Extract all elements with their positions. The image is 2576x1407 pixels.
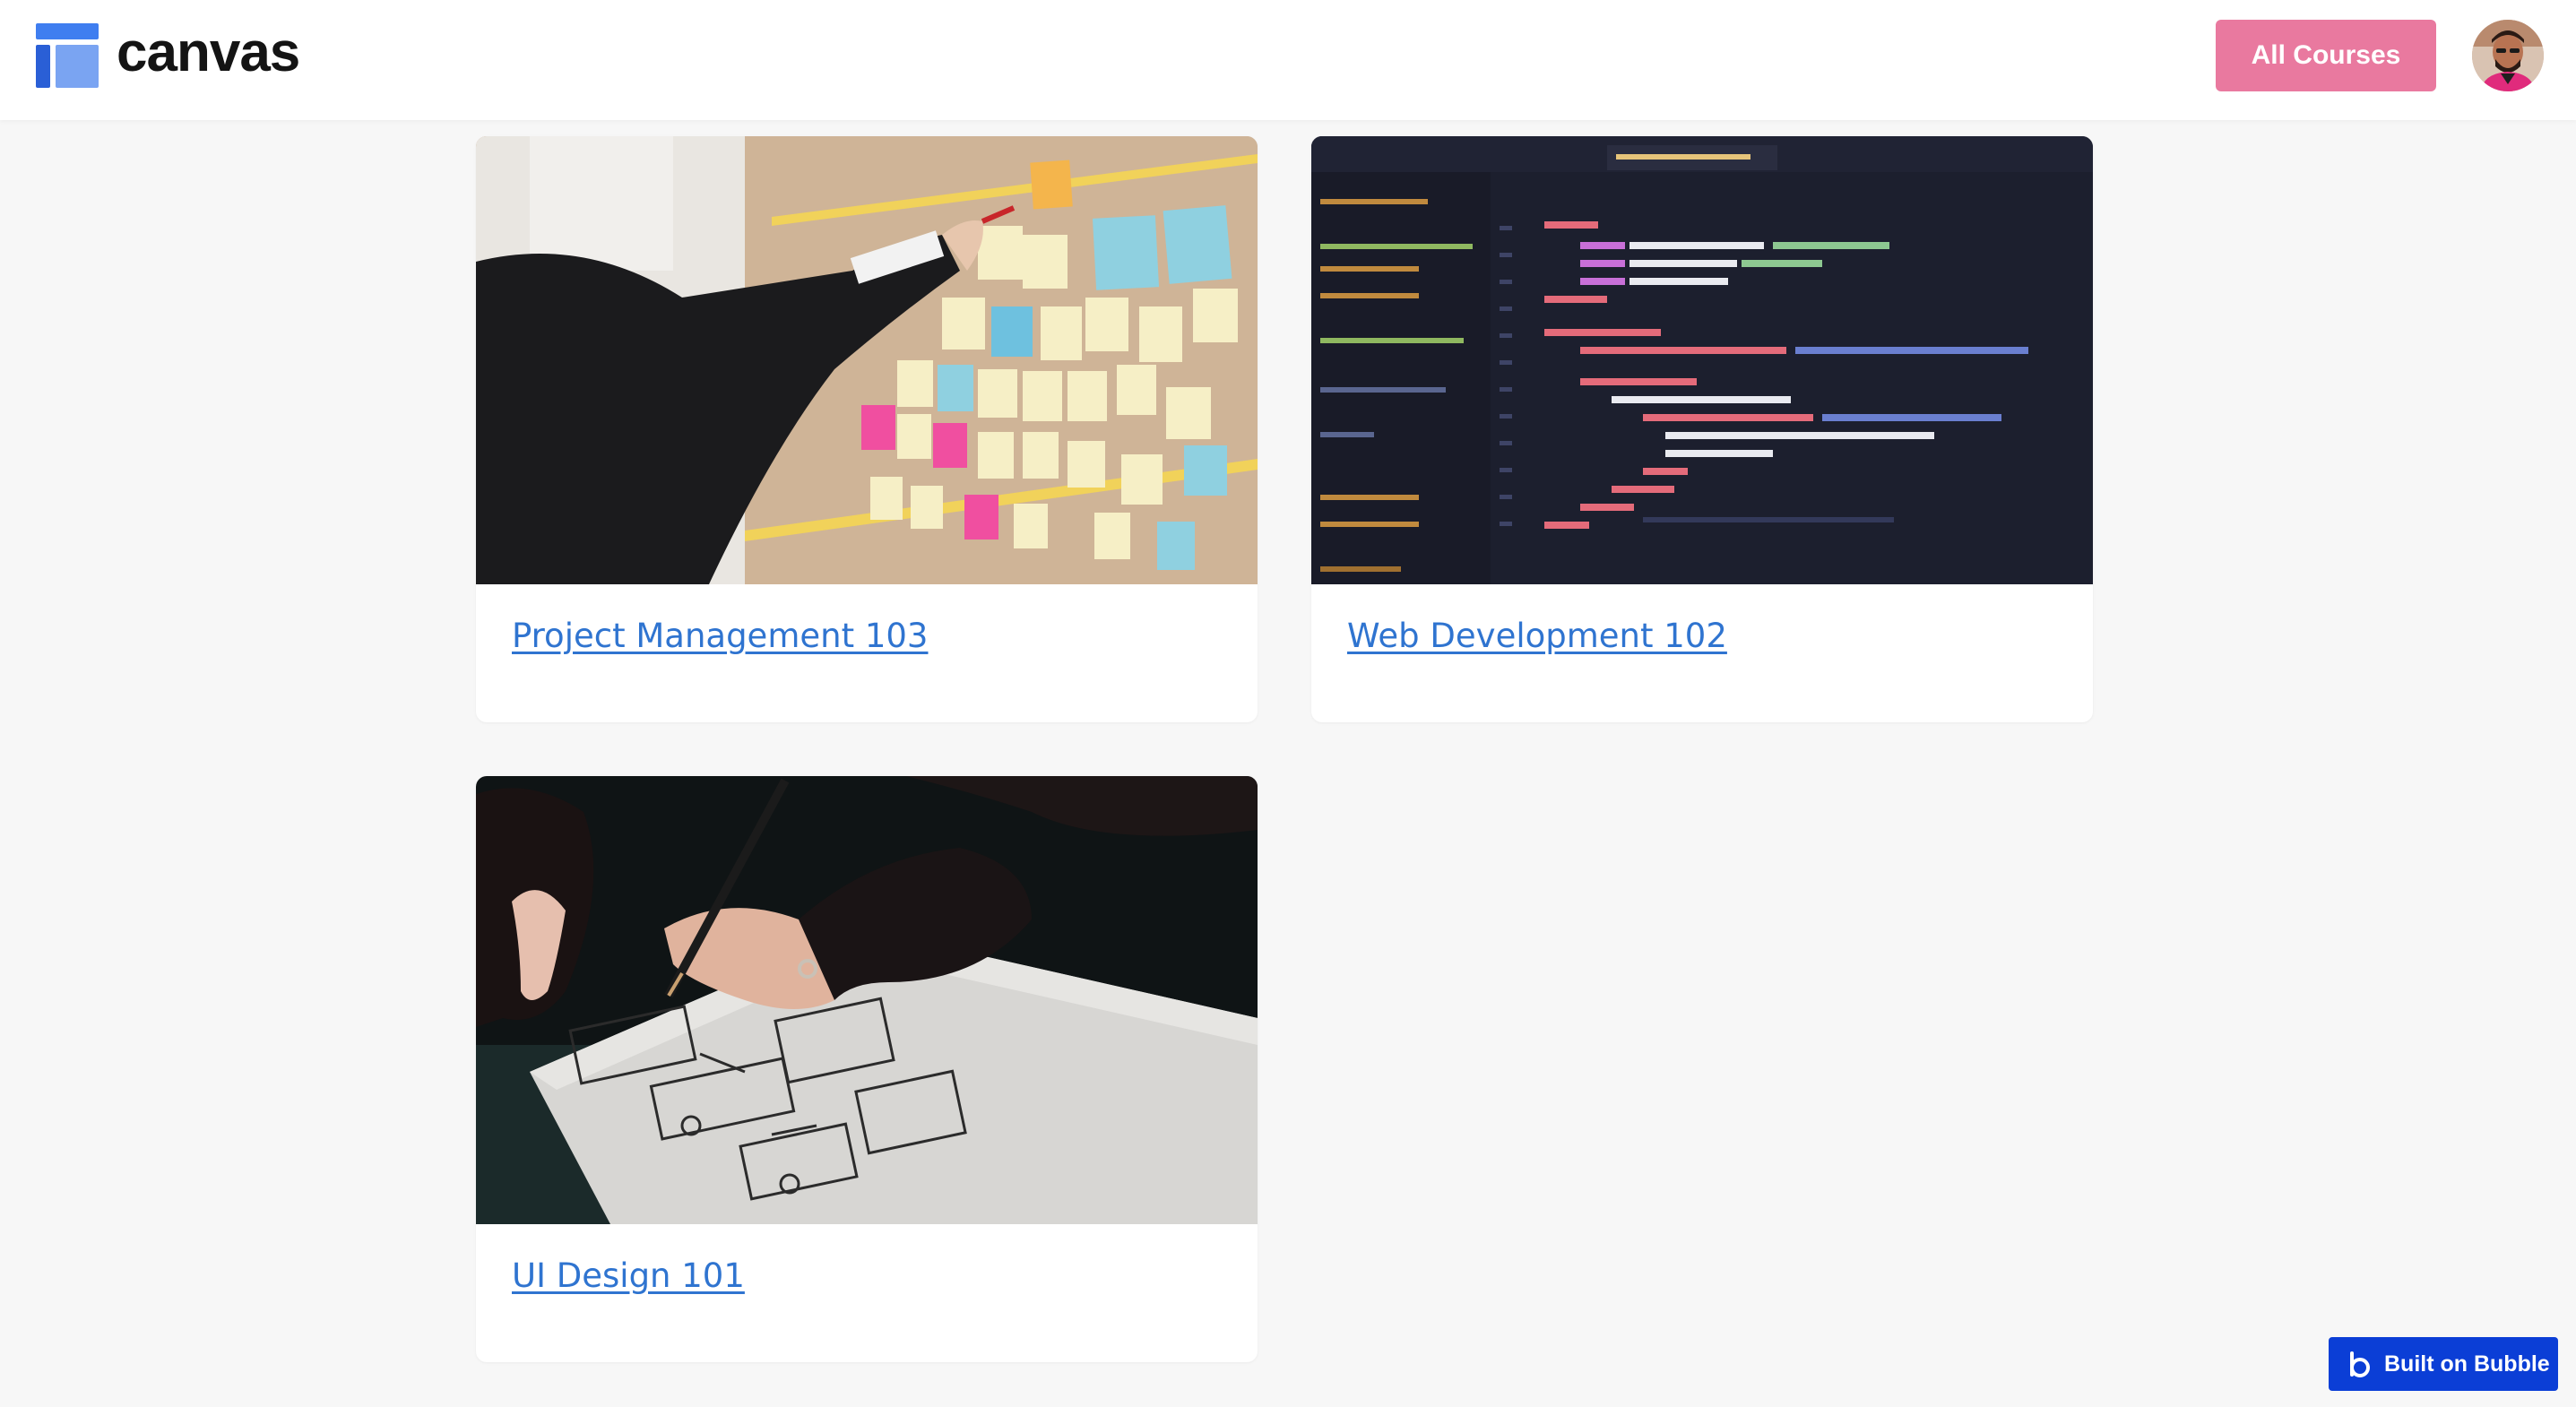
- course-title-link[interactable]: UI Design 101: [512, 1256, 745, 1295]
- badge-label: Built on Bubble: [2384, 1351, 2550, 1377]
- course-card[interactable]: UI Design 101: [476, 776, 1258, 1362]
- course-image-code-editor[interactable]: [1311, 136, 2093, 584]
- built-on-bubble-badge[interactable]: Built on Bubble: [2329, 1337, 2558, 1391]
- top-nav-bar: canvas All Courses: [0, 0, 2576, 120]
- course-title-link[interactable]: Project Management 103: [512, 617, 928, 655]
- logo-text: canvas: [117, 22, 300, 83]
- canvas-logo[interactable]: canvas: [36, 22, 300, 88]
- course-image-wireframe-sketch[interactable]: [476, 776, 1258, 1224]
- all-courses-button[interactable]: All Courses: [2216, 20, 2436, 91]
- course-title-link[interactable]: Web Development 102: [1347, 617, 1727, 655]
- course-image-sticky-notes[interactable]: [476, 136, 1258, 584]
- user-avatar[interactable]: [2472, 20, 2544, 91]
- bubble-logo-icon: [2350, 1351, 2370, 1377]
- avatar-icon: [2472, 20, 2544, 91]
- course-card[interactable]: Web Development 102: [1311, 136, 2093, 722]
- course-card[interactable]: Project Management 103: [476, 136, 1258, 722]
- canvas-logo-icon: [36, 23, 99, 88]
